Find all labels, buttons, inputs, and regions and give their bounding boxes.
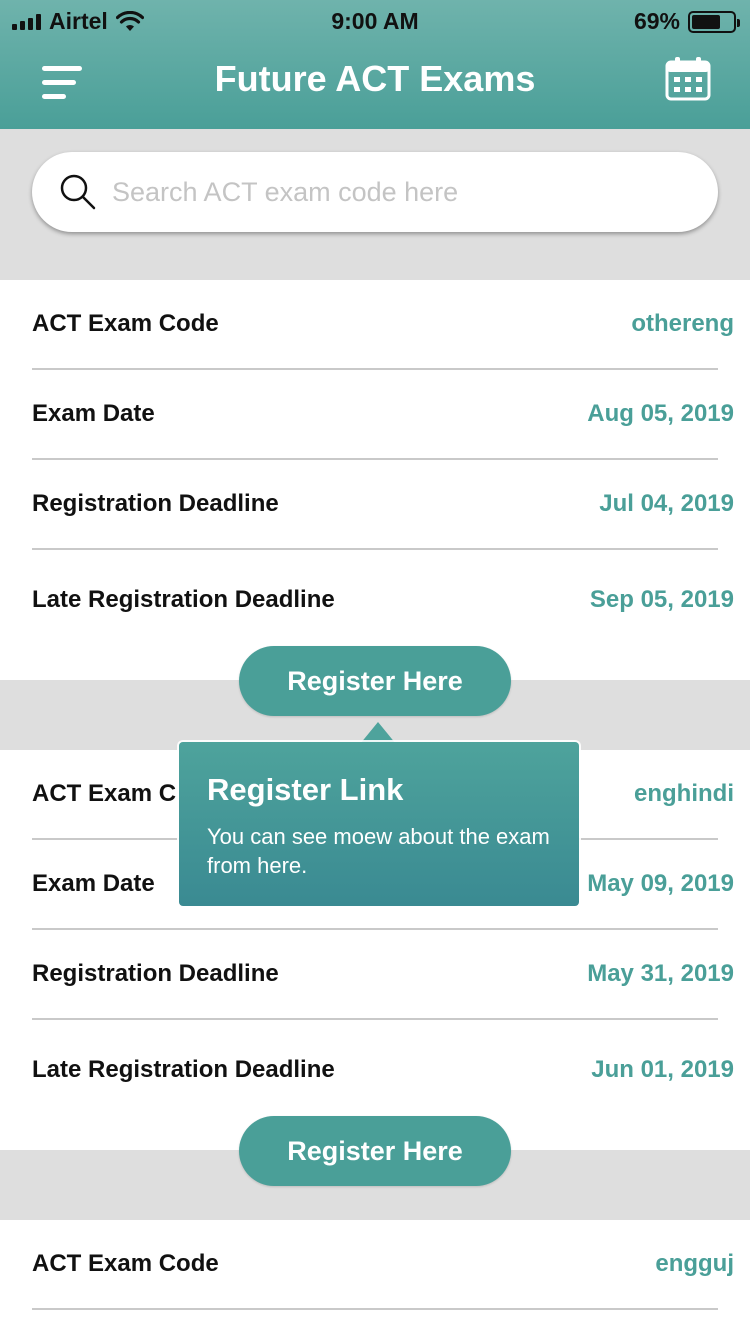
tooltip-title: Register Link <box>207 772 404 807</box>
row-label: Exam Date <box>32 400 155 427</box>
register-here-button[interactable]: Register Here <box>239 646 511 716</box>
row-value: May 09, 2019 <box>587 870 734 897</box>
search-input[interactable] <box>110 175 690 209</box>
row-value: Jun 01, 2019 <box>591 1056 734 1083</box>
row-label: Registration Deadline <box>32 490 279 517</box>
calendar-icon[interactable] <box>664 54 712 102</box>
search-section <box>0 129 750 280</box>
tooltip-arrow <box>360 722 396 744</box>
row-value: engguj <box>655 1250 734 1277</box>
row-label: Late Registration Deadline <box>32 1056 335 1083</box>
page-title: Future ACT Exams <box>214 58 536 99</box>
exam-code-row: ACT Exam Code engguj <box>32 1220 734 1310</box>
row-label: ACT Exam C <box>32 780 177 807</box>
exam-card: ACT Exam Code engguj <box>0 1220 750 1334</box>
battery-fill <box>692 14 720 29</box>
status-bar: Airtel 9:00 AM 69% <box>0 0 750 40</box>
exam-code-row: ACT Exam Code othereng <box>32 280 734 370</box>
register-link-tooltip: Register Link You can see moew about the… <box>179 742 579 906</box>
battery-icon <box>688 10 740 33</box>
row-label: ACT Exam Code <box>32 310 219 337</box>
row-value: Jul 04, 2019 <box>599 490 734 517</box>
app-header: Airtel 9:00 AM 69% Future ACT Exams <box>0 0 750 129</box>
row-value: Sep 05, 2019 <box>589 586 734 613</box>
row-label: Exam Date <box>32 870 155 897</box>
row-value: enghindi <box>634 780 734 807</box>
search-icon <box>60 174 96 210</box>
registration-deadline-row: Registration Deadline May 31, 2019 <box>32 930 734 1020</box>
exam-date-row: Exam Date Aug 05, 2019 <box>32 370 734 460</box>
row-label: ACT Exam Code <box>32 1250 219 1277</box>
tooltip-body: You can see moew about the exam from her… <box>207 824 550 878</box>
late-registration-deadline-row: Late Registration Deadline Sep 05, 2019 <box>32 555 734 645</box>
row-value: May 31, 2019 <box>587 960 734 987</box>
row-label: Registration Deadline <box>32 960 279 987</box>
register-here-button[interactable]: Register Here <box>239 1116 511 1186</box>
exam-card: ACT Exam Code othereng Exam Date Aug 05,… <box>0 280 750 680</box>
row-value: othereng <box>631 310 734 337</box>
battery-percent: 69% <box>633 8 680 34</box>
status-right: 69% <box>633 8 740 35</box>
registration-deadline-row: Registration Deadline Jul 04, 2019 <box>32 460 734 550</box>
late-registration-deadline-row: Late Registration Deadline Jun 01, 2019 <box>32 1025 734 1115</box>
row-label: Late Registration Deadline <box>32 586 335 613</box>
row-value: Aug 05, 2019 <box>587 400 734 427</box>
search-bar[interactable] <box>32 152 718 232</box>
